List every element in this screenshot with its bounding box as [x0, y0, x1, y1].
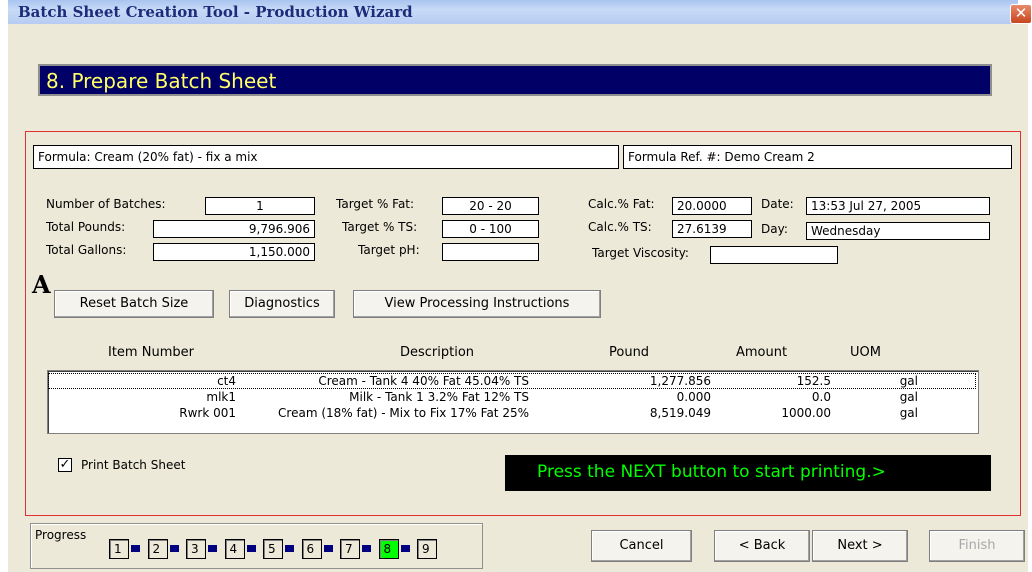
- list-item[interactable]: mlk1 Milk - Tank 1 3.2% Fat 12% TS 0.000…: [48, 389, 976, 405]
- item-number-cell: ct4: [217, 374, 236, 388]
- uom-cell: gal: [899, 374, 918, 388]
- close-icon[interactable]: ✕: [1010, 4, 1032, 24]
- progress-step-1: 1: [109, 539, 129, 559]
- target-ts-label: Target % TS:: [342, 220, 418, 234]
- title-bar: Batch Sheet Creation Tool - Production W…: [0, 0, 1032, 24]
- description-cell: Cream (18% fat) - Mix to Fix 17% Fat 25%: [278, 406, 529, 420]
- calc-fat-field: 20.0000: [672, 197, 752, 215]
- progress-step-4: 4: [224, 539, 245, 559]
- target-viscosity-label: Target Viscosity:: [592, 246, 689, 260]
- step-title: 8. Prepare Batch Sheet: [46, 69, 277, 93]
- ingredients-list[interactable]: ct4 Cream - Tank 4 40% Fat 45.04% TS 1,2…: [47, 370, 979, 434]
- day-label: Day:: [761, 222, 788, 236]
- window-right-edge: [1028, 24, 1032, 572]
- annotation-marker: A: [32, 270, 51, 299]
- column-header-uom: UOM: [850, 345, 881, 360]
- progress-connector: [400, 545, 410, 552]
- target-ts-field: 0 - 100: [442, 220, 539, 238]
- amount-cell: 0.0: [811, 390, 831, 404]
- num-batches-input[interactable]: 1: [205, 197, 315, 215]
- target-ph-label: Target pH:: [358, 243, 420, 257]
- calc-fat-label: Calc.% Fat:: [588, 197, 655, 211]
- amount-cell: 152.5: [796, 374, 831, 388]
- progress-step-3: 3: [186, 539, 206, 559]
- progress-step-8: 8: [378, 539, 399, 559]
- pound-cell: 1,277.856: [649, 374, 711, 388]
- item-number-cell: mlk1: [206, 390, 236, 404]
- target-fat-field: 20 - 20: [442, 197, 539, 215]
- step-banner: 8. Prepare Batch Sheet: [38, 64, 992, 96]
- status-message: Press the NEXT button to start printing.…: [505, 455, 991, 491]
- column-header-item-number: Item Number: [108, 345, 194, 360]
- item-number-cell: Rwrk 001: [179, 406, 236, 420]
- diagnostics-button[interactable]: Diagnostics: [229, 290, 335, 318]
- description-cell: Cream - Tank 4 40% Fat 45.04% TS: [318, 374, 529, 388]
- total-gallons-label: Total Gallons:: [46, 243, 127, 257]
- progress-connector: [169, 545, 179, 552]
- progress-step-5: 5: [263, 539, 283, 559]
- window-title: Batch Sheet Creation Tool - Production W…: [18, 3, 413, 21]
- progress-step-7: 7: [340, 539, 360, 559]
- finish-button: Finish: [929, 530, 1025, 562]
- back-button[interactable]: < Back: [714, 530, 810, 562]
- cancel-button[interactable]: Cancel: [591, 530, 692, 562]
- uom-cell: gal: [899, 406, 918, 420]
- progress-step-6: 6: [301, 539, 322, 559]
- num-batches-label: Number of Batches:: [46, 197, 166, 211]
- calc-ts-label: Calc.% TS:: [588, 220, 652, 234]
- window-left-edge: [0, 0, 8, 572]
- reset-batch-size-button[interactable]: Reset Batch Size: [54, 290, 214, 318]
- progress-connector: [362, 545, 371, 552]
- print-batch-sheet-checkbox[interactable]: ✓: [58, 458, 72, 472]
- formula-ref-field: Formula Ref. #: Demo Cream 2: [623, 145, 1012, 169]
- total-pounds-label: Total Pounds:: [46, 220, 126, 234]
- description-cell: Milk - Tank 1 3.2% Fat 12% TS: [349, 390, 529, 404]
- progress-connector: [131, 545, 140, 552]
- column-header-amount: Amount: [736, 345, 788, 360]
- progress-connector: [246, 545, 256, 552]
- column-header-description: Description: [400, 345, 475, 360]
- uom-cell: gal: [899, 390, 918, 404]
- date-field: 13:53 Jul 27, 2005: [806, 197, 990, 215]
- day-field: Wednesday: [806, 222, 990, 240]
- pound-cell: 0.000: [676, 390, 711, 404]
- amount-cell: 1000.00: [781, 406, 831, 420]
- total-gallons-input[interactable]: 1,150.000: [153, 243, 315, 261]
- target-fat-label: Target % Fat:: [336, 197, 415, 211]
- progress-step-9: 9: [417, 539, 437, 559]
- progress-step-2: 2: [147, 539, 168, 559]
- next-button[interactable]: Next >: [812, 530, 908, 562]
- progress-group: Progress 123456789: [30, 523, 483, 569]
- column-header-pound: Pound: [609, 345, 650, 360]
- target-ph-field: [442, 243, 539, 261]
- list-item[interactable]: Rwrk 001 Cream (18% fat) - Mix to Fix 17…: [48, 405, 976, 421]
- list-item[interactable]: ct4 Cream - Tank 4 40% Fat 45.04% TS 1,2…: [48, 373, 976, 389]
- print-batch-sheet-label[interactable]: Print Batch Sheet: [81, 458, 185, 472]
- total-pounds-input[interactable]: 9,796.906: [153, 220, 315, 238]
- pound-cell: 8,519.049: [649, 406, 711, 420]
- calc-ts-field: 27.6139: [672, 220, 752, 238]
- date-label: Date:: [761, 197, 794, 211]
- progress-connector: [208, 545, 217, 552]
- view-processing-instructions-button[interactable]: View Processing Instructions: [353, 290, 601, 318]
- progress-label: Progress: [35, 528, 87, 542]
- progress-connector: [285, 545, 294, 552]
- target-viscosity-field: [710, 246, 838, 264]
- formula-name-field: Formula: Cream (20% fat) - fix a mix: [33, 145, 619, 169]
- progress-connector: [323, 545, 333, 552]
